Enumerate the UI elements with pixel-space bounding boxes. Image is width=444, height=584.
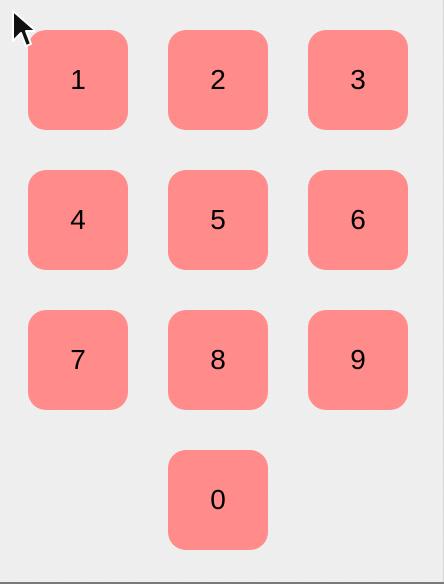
key-3[interactable]: 3 bbox=[308, 30, 408, 130]
numeric-keypad: 1 2 3 4 5 6 7 8 9 0 bbox=[28, 30, 408, 550]
key-9[interactable]: 9 bbox=[308, 310, 408, 410]
key-2[interactable]: 2 bbox=[168, 30, 268, 130]
key-1[interactable]: 1 bbox=[28, 30, 128, 130]
key-6[interactable]: 6 bbox=[308, 170, 408, 270]
key-0[interactable]: 0 bbox=[168, 450, 268, 550]
key-7[interactable]: 7 bbox=[28, 310, 128, 410]
key-8[interactable]: 8 bbox=[168, 310, 268, 410]
key-4[interactable]: 4 bbox=[28, 170, 128, 270]
key-5[interactable]: 5 bbox=[168, 170, 268, 270]
